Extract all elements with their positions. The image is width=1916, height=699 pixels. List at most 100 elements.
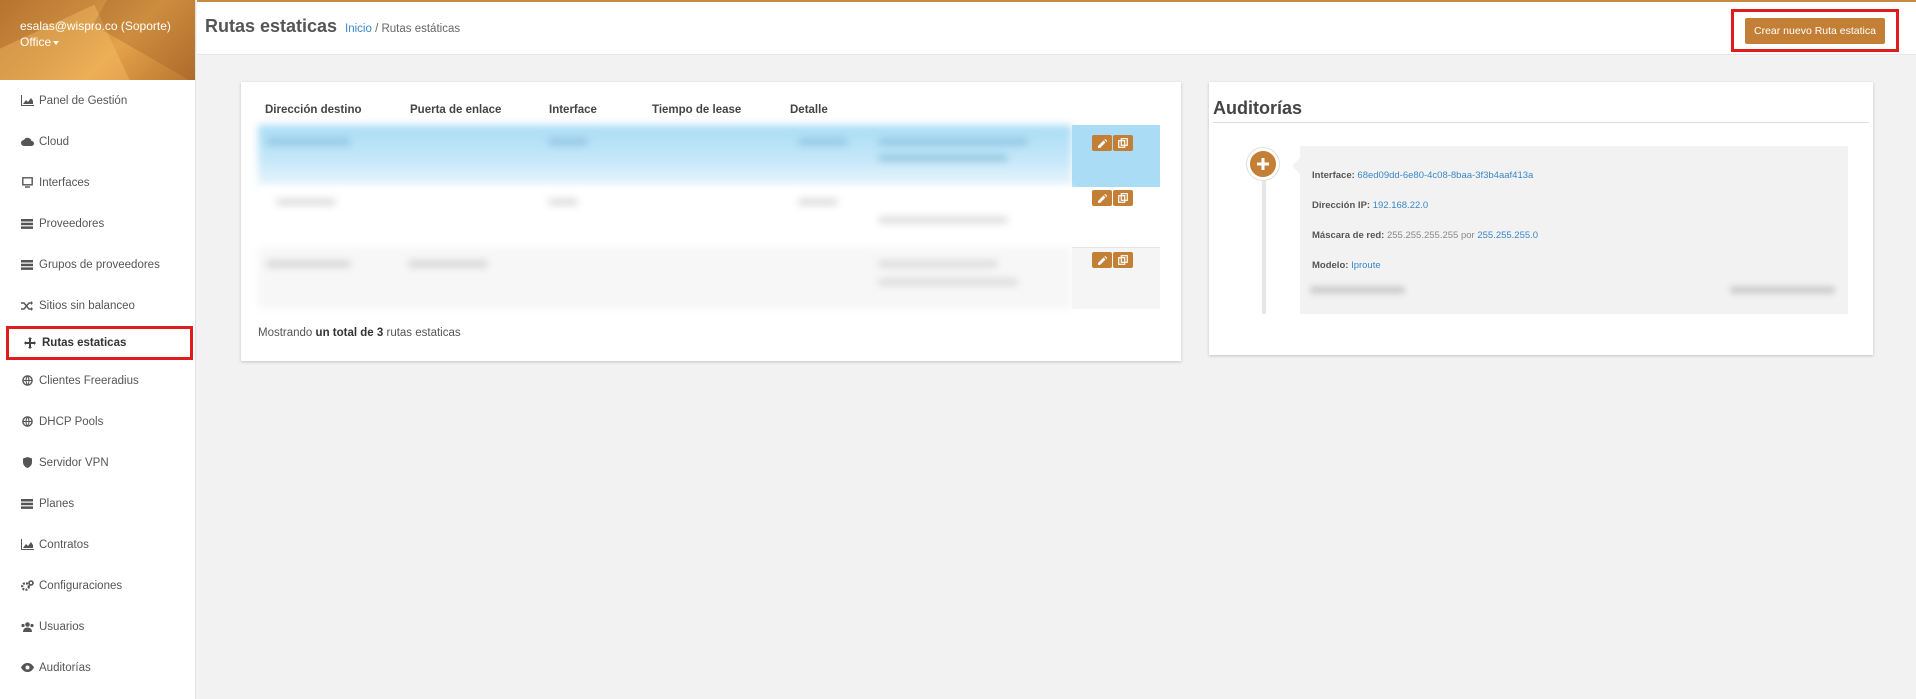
pencil-icon [1097,138,1107,148]
blurred-row-content [258,125,1072,187]
column-header-interface[interactable]: Interface [549,104,597,116]
sidebar-item-cloud[interactable]: Cloud [0,121,195,162]
static-routes-table-card: Dirección destino Puerta de enlace Inter… [241,82,1181,361]
sidebar-item-auditorias[interactable]: Auditorías [0,647,195,688]
audit-field-model: Modelo: Iproute [1312,260,1381,271]
breadcrumb-separator: / [375,23,379,35]
pencil-icon [1097,193,1107,203]
server-group-icon [20,259,34,271]
edit-button[interactable] [1092,190,1112,206]
column-header-puerta[interactable]: Puerta de enlace [410,104,501,116]
area-chart-icon [20,95,34,107]
summary-suffix: rutas estaticas [386,327,461,339]
globe-icon [20,375,34,387]
breadcrumb-home-link[interactable]: Inicio [345,23,372,35]
create-static-route-button[interactable]: Crear nuevo Ruta estatica [1745,17,1885,44]
sidebar-item-label: Usuarios [39,620,85,633]
shield-icon [20,457,34,469]
sidebar-item-interfaces[interactable]: Interfaces [0,162,195,203]
sidebar-item-label: Interfaces [39,176,90,189]
blurred-row-content [258,247,1072,309]
sidebar-item-label: Contratos [39,538,89,551]
row-actions [1072,247,1160,309]
interface-icon [20,177,34,189]
audit-field-mask: Máscara de red: 255.255.255.255 por 255.… [1312,230,1539,241]
duplicate-button[interactable] [1113,190,1133,206]
table-summary: Mostrando un total de 3 rutas estaticas [258,327,461,339]
sidebar-item-label: Configuraciones [39,579,123,592]
sidebar-item-servidor-vpn[interactable]: Servidor VPN [0,442,195,483]
sidebar-item-label: Clientes Freeradius [39,374,139,387]
summary-prefix: Mostrando [258,327,313,339]
column-header-lease[interactable]: Tiempo de lease [652,104,741,116]
copy-icon [1118,138,1128,148]
sidebar-item-label: Servidor VPN [39,456,109,469]
eye-icon [20,662,34,674]
blurred-author [1310,286,1405,294]
plus-icon [1257,158,1269,170]
audit-entry: Interface: 68ed09dd-6e80-4c08-8baa-3f3b4… [1292,146,1848,314]
sidebar-item-label: Panel de Gestión [39,94,128,107]
sidebar-item-clientes-freeradius[interactable]: Clientes Freeradius [0,360,195,401]
sidebar-item-label: Rutas estaticas [42,337,127,349]
user-email: esalas@wispro.co (Soporte) [20,19,171,33]
cloud-icon [20,136,34,148]
arrows-move-icon [23,337,37,349]
org-label: Office [20,35,52,49]
sidebar-item-label: Grupos de proveedores [39,258,160,271]
blurred-timestamp [1730,286,1835,294]
table-row[interactable] [258,125,1160,187]
org-selector[interactable]: Office [20,34,195,50]
pencil-icon [1097,255,1107,265]
edit-button[interactable] [1092,135,1112,151]
breadcrumb-current: Rutas estáticas [381,23,461,35]
page-title: Rutas estaticas [205,16,338,36]
timeline-create-badge [1247,148,1279,180]
create-button-highlight: Crear nuevo Ruta estatica [1731,9,1899,52]
sidebar-item-configuraciones[interactable]: Configuraciones [0,565,195,606]
duplicate-button[interactable] [1113,135,1133,151]
column-header-detalle[interactable]: Detalle [790,104,828,116]
sidebar-item-label: Auditorías [39,661,91,674]
row-actions [1072,187,1160,249]
topbar: Rutas estaticas Inicio / Rutas estáticas… [197,0,1916,55]
sidebar-item-proveedores[interactable]: Proveedores [0,203,195,244]
sidebar: esalas@wispro.co (Soporte) Office Panel … [0,0,196,699]
sidebar-item-contratos[interactable]: Contratos [0,524,195,565]
table-row[interactable] [258,247,1160,309]
copy-icon [1118,193,1128,203]
sidebar-item-label: Planes [39,497,75,510]
duplicate-button[interactable] [1113,252,1133,268]
column-header-destino[interactable]: Dirección destino [265,104,362,116]
sidebar-item-label: Cloud [39,135,70,148]
cogs-icon [20,580,34,592]
list-icon [20,498,34,510]
shuffle-icon [20,300,34,312]
users-icon [20,621,34,633]
audit-title: Auditorías [1213,98,1303,118]
audit-field-ip: Dirección IP: 192.168.22.0 [1312,200,1429,211]
blurred-row-content [258,187,1072,249]
copy-icon [1118,255,1128,265]
area-chart-icon [20,539,34,551]
breadcrumb: Inicio / Rutas estáticas [345,23,460,35]
timeline-track [1262,164,1266,314]
user-profile[interactable]: esalas@wispro.co (Soporte) Office [0,0,195,80]
row-actions [1072,125,1160,187]
sidebar-item-sitios-sin-balanceo[interactable]: Sitios sin balanceo [0,285,195,326]
sidebar-item-dhcp-pools[interactable]: DHCP Pools [0,401,195,442]
sidebar-item-label: DHCP Pools [39,415,104,428]
sidebar-item-usuarios[interactable]: Usuarios [0,606,195,647]
edit-button[interactable] [1092,252,1112,268]
sidebar-nav: Panel de Gestión Cloud Interfaces Provee… [0,80,195,688]
server-icon [20,218,34,230]
sidebar-item-planes[interactable]: Planes [0,483,195,524]
sidebar-item-panel-de-gestion[interactable]: Panel de Gestión [0,80,195,121]
sidebar-item-label: Sitios sin balanceo [39,299,135,312]
audit-divider [1213,122,1869,123]
sidebar-item-grupos-de-proveedores[interactable]: Grupos de proveedores [0,244,195,285]
sidebar-item-rutas-estaticas[interactable]: Rutas estaticas [6,326,193,360]
caret-down-icon [53,40,60,45]
table-row[interactable] [258,187,1160,249]
audit-field-interface: Interface: 68ed09dd-6e80-4c08-8baa-3f3b4… [1312,170,1534,181]
